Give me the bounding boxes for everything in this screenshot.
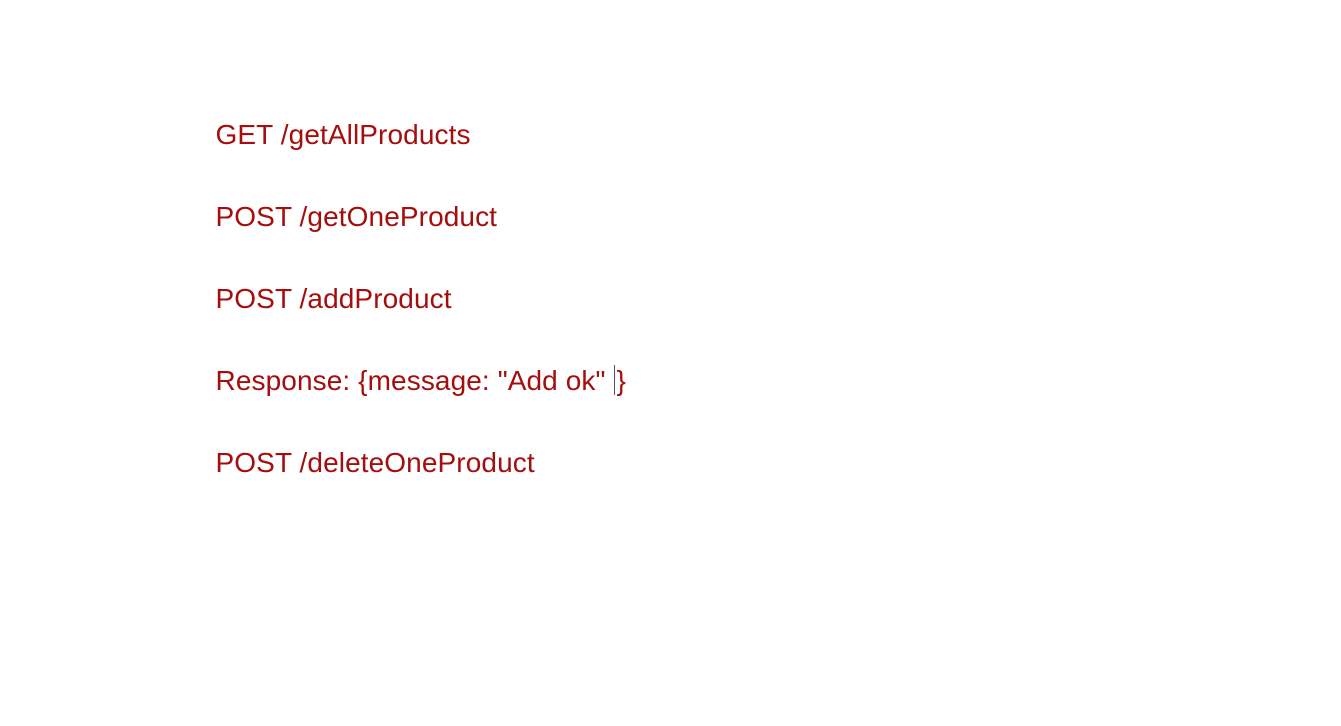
endpoint-text: POST /deleteOneProduct bbox=[215, 447, 535, 478]
endpoint-line-get-one-product[interactable]: POST /getOneProduct bbox=[184, 166, 1284, 232]
endpoint-line-delete-one-product[interactable]: POST /deleteOneProduct bbox=[184, 412, 1284, 478]
response-line[interactable]: Response: {message: "Add ok" } bbox=[184, 330, 1284, 396]
document-body[interactable]: GET /getAllProducts POST /getOneProduct … bbox=[184, 84, 1284, 494]
endpoint-line-get-all-products[interactable]: GET /getAllProducts bbox=[184, 84, 1284, 150]
endpoint-line-add-product[interactable]: POST /addProduct bbox=[184, 248, 1284, 314]
endpoint-text: POST /addProduct bbox=[215, 283, 452, 314]
endpoint-text: GET /getAllProducts bbox=[215, 119, 471, 150]
endpoint-text: POST /getOneProduct bbox=[215, 201, 498, 232]
response-text-after-caret: } bbox=[616, 365, 626, 396]
response-text-before-caret: Response: {message: "Add ok" bbox=[215, 365, 614, 396]
editor-page: { "theme": { "text_color": "#a50e0e", "b… bbox=[0, 0, 1341, 726]
